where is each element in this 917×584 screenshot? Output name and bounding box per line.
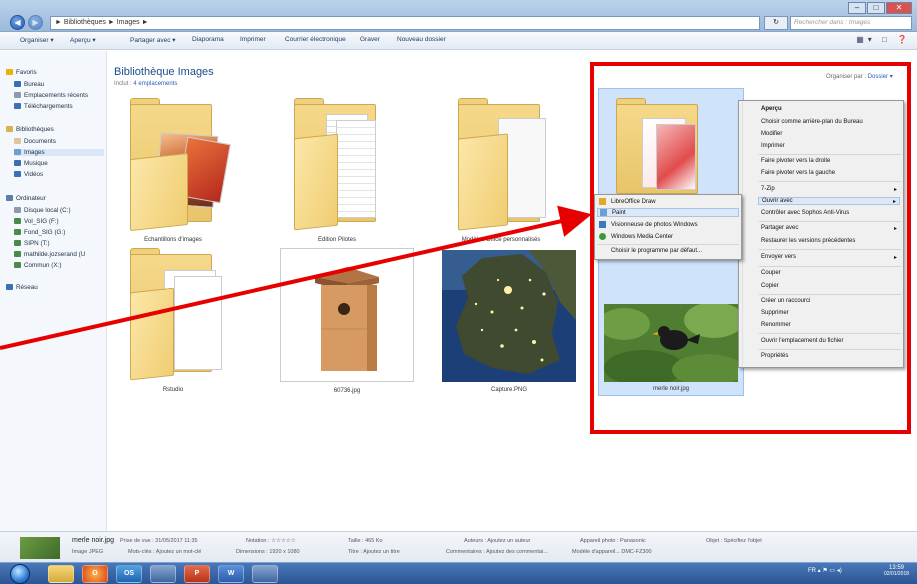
details-thumbnail	[20, 537, 60, 559]
system-tray[interactable]: FR ▴ ⚑ ▭ ◂)	[808, 567, 842, 574]
details-rating[interactable]: Notation : ☆☆☆☆☆	[246, 538, 296, 544]
details-tags[interactable]: Mots-clés : Ajoutez un mot-clé	[128, 549, 201, 555]
details-camera-model: Modèle d'appareil... DMC-FZ300	[572, 549, 652, 555]
details-subject[interactable]: Objet : Spécifiez l'objet	[706, 538, 762, 544]
details-pane: merle noir.jpg Image JPEG Prise de vue :…	[0, 531, 917, 562]
details-camera-maker: Appareil photo : Panasonic	[580, 538, 646, 544]
rating-stars-icon[interactable]: ☆☆☆☆☆	[271, 538, 296, 544]
clock[interactable]: 13:59 02/01/2018	[884, 565, 909, 577]
taskbar-powerpoint-button[interactable]: P	[184, 565, 210, 583]
start-button[interactable]	[10, 564, 30, 584]
details-size: Taille : 465 Ko	[348, 538, 383, 544]
details-authors[interactable]: Auteurs : Ajoutez un auteur	[464, 538, 530, 544]
details-date: Prise de vue : 31/05/2017 11:35	[120, 538, 198, 544]
annotation-arrow	[0, 205, 592, 350]
taskbar-app-button[interactable]	[150, 565, 176, 583]
details-filetype: Image JPEG	[72, 549, 104, 555]
taskbar-word-button[interactable]: W	[218, 565, 244, 583]
details-filename: merle noir.jpg	[72, 537, 115, 544]
taskbar-explorer-button[interactable]	[48, 565, 74, 583]
details-comments[interactable]: Commentaires : Ajoutez des commentai...	[446, 549, 548, 555]
taskbar: O OS P W FR ▴ ⚑ ▭ ◂) 13:59 02/01/2018	[0, 562, 917, 584]
details-title[interactable]: Titre : Ajoutez un titre	[348, 549, 400, 555]
details-dimensions: Dimensions : 1920 x 1080	[236, 549, 300, 555]
taskbar-app-os-button[interactable]: OS	[116, 565, 142, 583]
taskbar-paint-button[interactable]	[252, 565, 278, 583]
taskbar-firefox-button[interactable]: O	[82, 565, 108, 583]
